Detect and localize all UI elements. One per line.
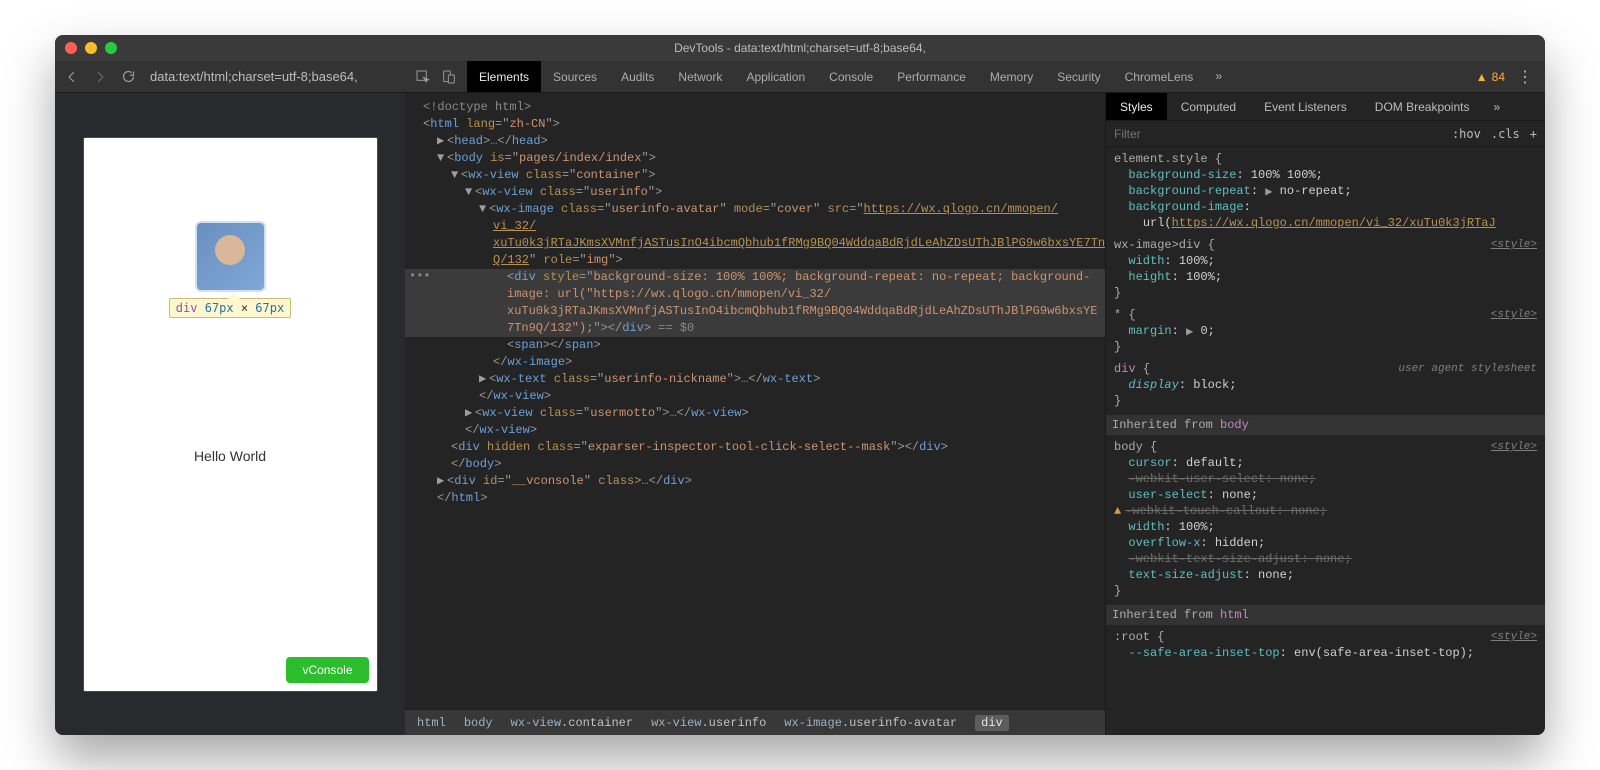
devtools-window: DevTools - data:text/html;charset=utf-8;…: [55, 35, 1545, 735]
styles-list[interactable]: element.style { background-size: 100% 10…: [1106, 147, 1545, 735]
tab-sources[interactable]: Sources: [541, 61, 609, 92]
doctype-node[interactable]: <!doctype html>: [423, 100, 531, 114]
selected-div-node[interactable]: ••• <div style="background-size: 100% 10…: [405, 269, 1105, 337]
titlebar: DevTools - data:text/html;charset=utf-8;…: [55, 35, 1545, 61]
hov-toggle[interactable]: :hov: [1452, 127, 1481, 141]
device-frame[interactable]: div 67px × 67px Hello World vConsole: [83, 137, 378, 692]
tab-dom-breakpoints[interactable]: DOM Breakpoints: [1361, 93, 1484, 120]
device-toggle-icon[interactable]: [441, 69, 457, 85]
main-toolbar: data:text/html;charset=utf-8;base64, Ele…: [55, 61, 1545, 93]
breadcrumb-item-active[interactable]: div: [975, 715, 1009, 731]
style-rule[interactable]: <style>:root { --safe-area-inset-top: en…: [1114, 629, 1537, 661]
source-link[interactable]: <style>: [1491, 307, 1537, 323]
avatar[interactable]: [197, 223, 264, 290]
warning-icon: ▲: [1476, 70, 1488, 84]
mask-node[interactable]: <div hidden class="exparser-inspector-to…: [405, 439, 1105, 456]
elements-panel: <!doctype html> <html lang="zh-CN"> ▶<he…: [405, 93, 1105, 735]
tab-styles[interactable]: Styles: [1106, 93, 1167, 120]
tooltip-width: 67px: [205, 301, 234, 315]
container-node[interactable]: ▼<wx-view class="container">: [405, 167, 1105, 184]
style-rule[interactable]: <style>wx-image>div { width: 100%; heigh…: [1114, 237, 1537, 301]
source-link[interactable]: <style>: [1491, 439, 1537, 455]
styles-sidebar: Styles Computed Event Listeners DOM Brea…: [1105, 93, 1545, 735]
wx-image-node[interactable]: ▼<wx-image class="userinfo-avatar" mode=…: [405, 201, 1105, 218]
inherited-separator: Inherited from body: [1106, 415, 1545, 435]
userinfo-node[interactable]: ▼<wx-view class="userinfo">: [405, 184, 1105, 201]
avatar-container: [197, 223, 264, 290]
style-rule[interactable]: element.style { background-size: 100% 10…: [1114, 151, 1537, 231]
element-dimensions-tooltip: div 67px × 67px: [169, 298, 291, 318]
breadcrumb-item[interactable]: html: [417, 716, 446, 730]
tab-network[interactable]: Network: [666, 61, 734, 92]
html-open[interactable]: <html lang="zh-CN">: [405, 116, 1105, 133]
eq0-indicator: == $0: [658, 321, 694, 335]
breadcrumb-item[interactable]: wx-image.userinfo-avatar: [784, 716, 957, 730]
inspect-element-icon[interactable]: [415, 69, 431, 85]
styles-filter-input[interactable]: [1114, 127, 1442, 141]
style-rule[interactable]: <style>* { margin: ▶ 0; }: [1114, 307, 1537, 355]
window-title: DevTools - data:text/html;charset=utf-8;…: [55, 41, 1545, 55]
breadcrumb-item[interactable]: wx-view.userinfo: [651, 716, 766, 730]
head-node[interactable]: ▶<head>…</head>: [405, 133, 1105, 150]
tab-elements[interactable]: Elements: [467, 61, 541, 92]
tab-audits[interactable]: Audits: [609, 61, 666, 92]
tab-computed[interactable]: Computed: [1167, 93, 1250, 120]
settings-kebab-icon[interactable]: ⋮: [1517, 67, 1533, 87]
warning-count: 84: [1492, 70, 1505, 84]
source-link[interactable]: <style>: [1491, 629, 1537, 645]
style-rule[interactable]: user agent stylesheetdiv { display: bloc…: [1114, 361, 1537, 409]
inherited-separator: Inherited from html: [1106, 605, 1545, 625]
body-node[interactable]: ▼<body is="pages/index/index">: [405, 150, 1105, 167]
new-rule-button[interactable]: +: [1530, 127, 1537, 141]
tab-performance[interactable]: Performance: [885, 61, 978, 92]
warning-icon: ▲: [1114, 504, 1121, 518]
tab-application[interactable]: Application: [734, 61, 817, 92]
tab-chromelens[interactable]: ChromeLens: [1113, 61, 1206, 92]
page-preview: div 67px × 67px Hello World vConsole: [55, 93, 405, 735]
tooltip-height: 67px: [255, 301, 284, 315]
panel-tabs: Elements Sources Audits Network Applicat…: [467, 61, 1233, 92]
ua-stylesheet-label: user agent stylesheet: [1398, 361, 1537, 377]
vconsole-node[interactable]: ▶<div id="__vconsole" class>…</div>: [405, 473, 1105, 490]
tab-security[interactable]: Security: [1045, 61, 1112, 92]
breadcrumb-item[interactable]: body: [464, 716, 493, 730]
breadcrumb-item[interactable]: wx-view.container: [511, 716, 633, 730]
span-node[interactable]: <span></span>: [405, 337, 1105, 354]
reload-icon[interactable]: [121, 69, 136, 84]
vconsole-button[interactable]: vConsole: [286, 657, 368, 683]
style-rule[interactable]: <style>body { cursor: default; -webkit-u…: [1114, 439, 1537, 599]
tab-console[interactable]: Console: [817, 61, 885, 92]
breadcrumb[interactable]: html body wx-view.container wx-view.user…: [405, 709, 1105, 735]
back-arrow-icon[interactable]: [65, 70, 79, 84]
sidebar-tabs-overflow-icon[interactable]: »: [1483, 93, 1510, 120]
url-display: data:text/html;charset=utf-8;base64,: [150, 69, 358, 84]
sidebar-tabs: Styles Computed Event Listeners DOM Brea…: [1106, 93, 1545, 121]
tab-memory[interactable]: Memory: [978, 61, 1045, 92]
cls-toggle[interactable]: .cls: [1491, 127, 1520, 141]
tab-event-listeners[interactable]: Event Listeners: [1250, 93, 1361, 120]
tooltip-tag: div: [176, 301, 198, 315]
wx-text-node[interactable]: ▶<wx-text class="userinfo-nickname">…</w…: [405, 371, 1105, 388]
forward-arrow-icon[interactable]: [93, 70, 107, 84]
dom-tree[interactable]: <!doctype html> <html lang="zh-CN"> ▶<he…: [405, 93, 1105, 709]
warnings-badge[interactable]: ▲ 84: [1476, 70, 1505, 84]
hello-text: Hello World: [194, 448, 266, 464]
more-actions-icon[interactable]: •••: [409, 269, 431, 283]
usermotto-node[interactable]: ▶<wx-view class="usermotto">…</wx-view>: [405, 405, 1105, 422]
source-link[interactable]: <style>: [1491, 237, 1537, 253]
tabs-overflow-icon[interactable]: »: [1205, 70, 1232, 84]
